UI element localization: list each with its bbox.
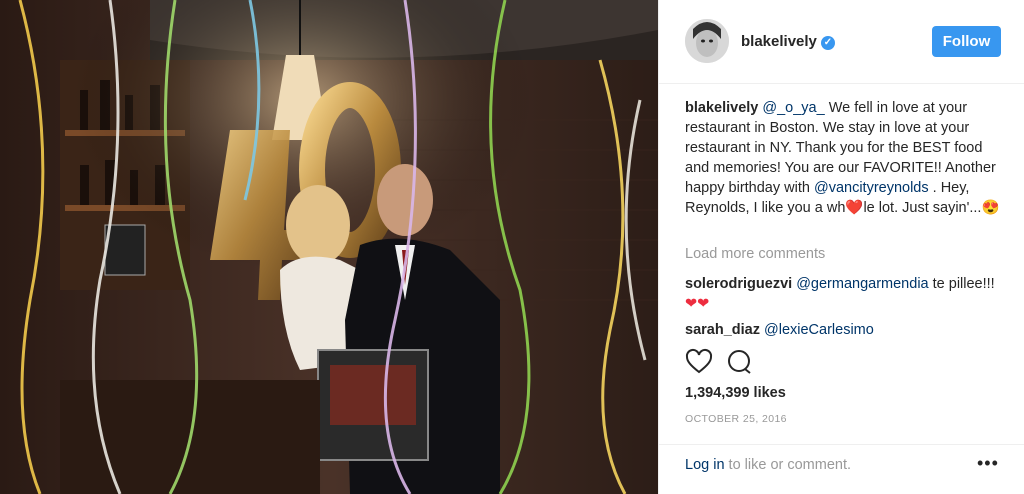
comment-username[interactable]: solerodriguezvi xyxy=(685,276,792,292)
caption-body-3: le lot. Just sayin'... xyxy=(863,200,982,216)
header-username[interactable]: blakelively ✓ xyxy=(741,33,835,50)
caption-mention-oya[interactable]: @_o_ya_ xyxy=(762,100,824,116)
likes-count[interactable]: 1,394,399 likes xyxy=(685,385,786,401)
caption-username[interactable]: blakelively xyxy=(685,100,758,116)
caption-text: blakelively @_o_ya_ We fell in love at y… xyxy=(685,98,1005,218)
load-more-comments-link[interactable]: Load more comments xyxy=(685,246,825,262)
login-link[interactable]: Log in xyxy=(685,457,725,473)
login-prompt: Log in to like or comment. xyxy=(685,457,851,473)
header-username-text[interactable]: blakelively xyxy=(741,33,817,50)
like-heart-icon[interactable] xyxy=(685,348,713,376)
heart-emoji: ❤️ xyxy=(845,200,864,216)
party-photo-illustration xyxy=(0,0,658,494)
comment-mention[interactable]: @lexieCarlesimo xyxy=(764,322,874,338)
caption-mention-vancityreynolds[interactable]: @vancityreynolds xyxy=(814,180,929,196)
avatar[interactable] xyxy=(685,19,729,63)
comment-text: te pillee!!! xyxy=(928,276,995,292)
more-options-icon[interactable]: ••• xyxy=(977,453,999,474)
post-actions xyxy=(685,348,1005,376)
login-text: to like or comment. xyxy=(724,457,852,473)
comment-item: sarah_diaz @lexieCarlesimo xyxy=(685,320,1005,340)
post-footer: Log in to like or comment. ••• xyxy=(659,444,1024,494)
comment-bubble-icon[interactable] xyxy=(725,348,753,376)
follow-button[interactable]: Follow xyxy=(932,26,1001,57)
comment-username[interactable]: sarah_diaz xyxy=(685,322,760,338)
verified-badge-icon: ✓ xyxy=(820,36,835,50)
instagram-post: blakelively ✓ Follow blakelively @_o_ya_ … xyxy=(0,0,1024,494)
profile-picture-icon xyxy=(685,19,729,63)
post-photo[interactable] xyxy=(0,0,658,494)
comment-mention[interactable]: @germangarmendia xyxy=(796,276,928,292)
caption-block: blakelively @_o_ya_ We fell in love at y… xyxy=(685,98,1005,218)
comment-item: solerodriguezvi @germangarmendia te pill… xyxy=(685,274,1005,314)
post-sidebar: blakelively ✓ Follow blakelively @_o_ya_ … xyxy=(658,0,1024,494)
post-date[interactable]: OCTOBER 25, 2016 xyxy=(685,413,787,425)
post-header: blakelively ✓ Follow xyxy=(659,0,1024,84)
heart-eyes-emoji: 😍 xyxy=(981,200,1000,216)
heart-emoji: ❤❤ xyxy=(685,296,710,312)
